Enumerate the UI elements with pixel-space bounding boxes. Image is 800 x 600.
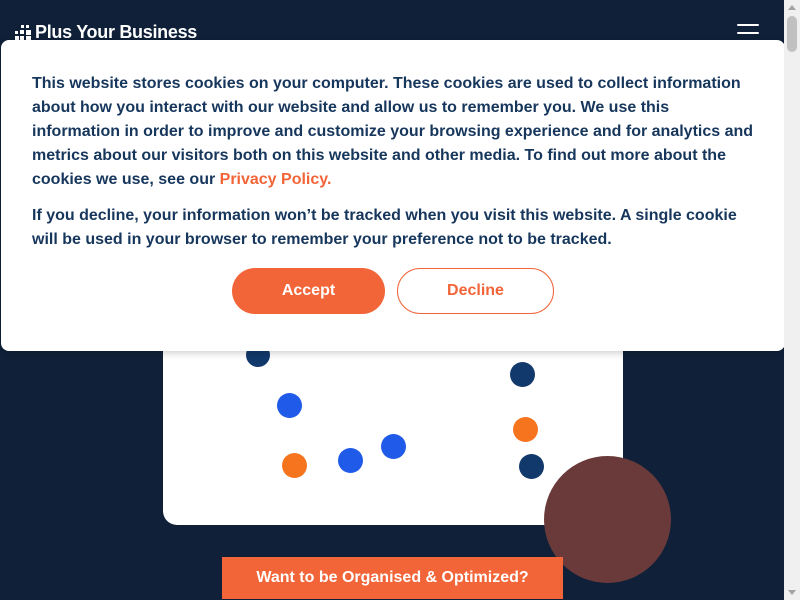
cookie-paragraph-1: This website stores cookies on your comp…: [32, 72, 754, 192]
accept-button[interactable]: Accept: [232, 268, 385, 314]
scroll-up-arrow-icon[interactable]: [788, 5, 796, 10]
orange-dot: [513, 417, 538, 442]
blue-dot: [277, 393, 302, 418]
cookie-paragraph-2: If you decline, your information won’t b…: [32, 207, 737, 248]
blue-dot: [381, 434, 406, 459]
navy-dot: [519, 454, 544, 479]
cookie-text-1: This website stores cookies on your comp…: [32, 75, 754, 188]
orange-dot: [282, 453, 307, 478]
cta-button[interactable]: Want to be Organised & Optimized?: [222, 557, 563, 599]
decorative-circle: [544, 456, 671, 583]
navy-dot: [510, 362, 535, 387]
decline-button[interactable]: Decline: [397, 268, 554, 314]
scroll-down-arrow-icon[interactable]: [788, 590, 796, 595]
blue-dot: [338, 448, 363, 473]
cookie-consent-modal: This website stores cookies on your comp…: [1, 40, 785, 351]
scrollbar-thumb[interactable]: [787, 16, 797, 52]
grid-squares-icon: [15, 24, 31, 41]
vertical-scrollbar[interactable]: [784, 0, 800, 600]
page: Plus Your Business Want to be Organised …: [0, 0, 800, 600]
cookie-button-row: Accept Decline: [1, 268, 785, 314]
privacy-policy-link[interactable]: Privacy Policy.: [220, 171, 332, 188]
